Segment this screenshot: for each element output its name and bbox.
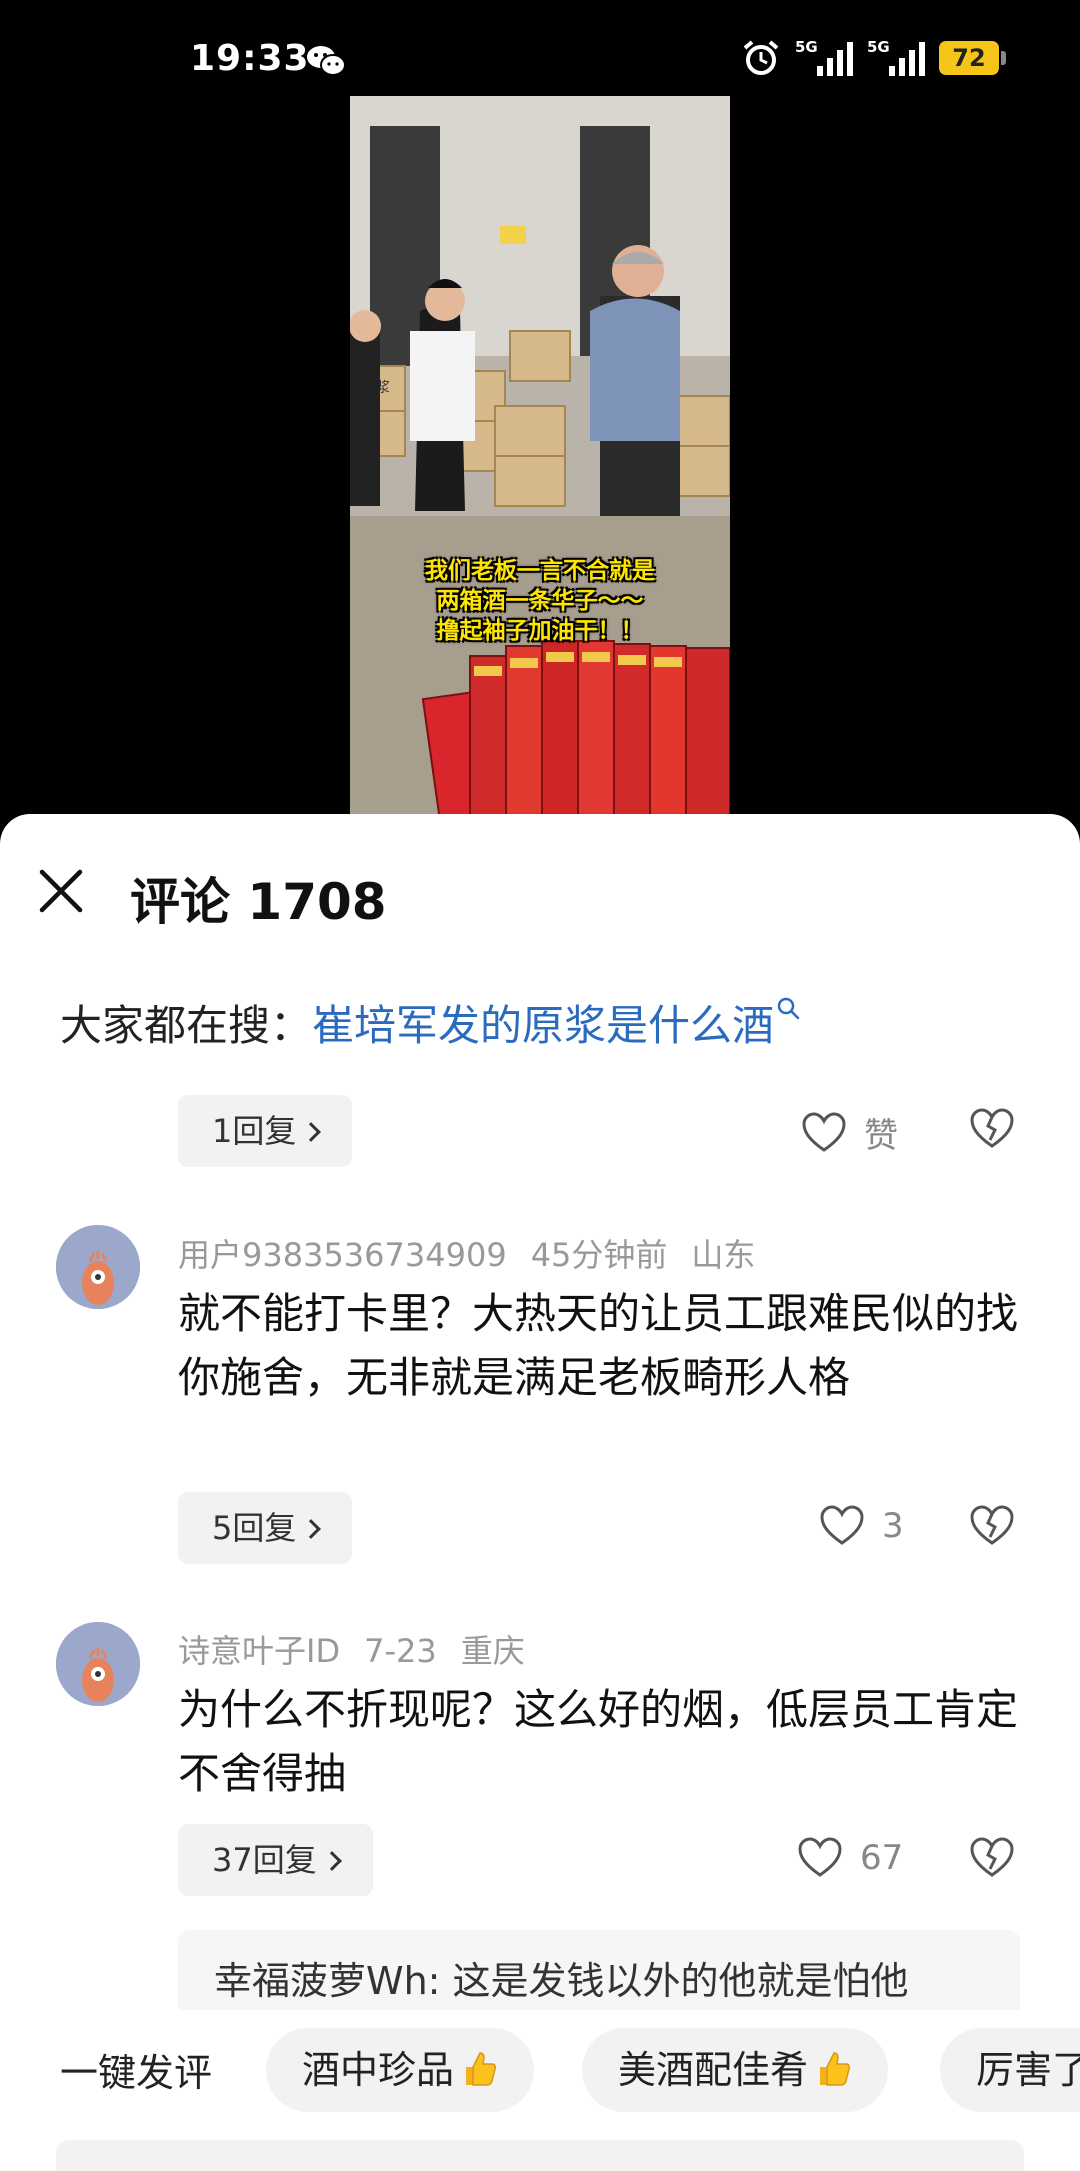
broken-heart-icon[interactable] xyxy=(970,1837,1014,1879)
thumbs-up-emoji-icon xyxy=(466,2052,496,2086)
like-button[interactable]: 3 xyxy=(820,1505,904,1547)
like-count: 67 xyxy=(860,1838,904,1878)
caption-line-3: 撸起袖子加油干！！ xyxy=(436,618,644,644)
like-label: 赞 xyxy=(864,1116,898,1156)
comment-user[interactable]: 用户9383536734909 xyxy=(178,1236,507,1274)
broken-heart-icon[interactable] xyxy=(970,1108,1014,1150)
quick-comment-bar: 一键发评 酒中珍品 美酒配佳肴 厉害了 xyxy=(0,2010,1080,2130)
status-time: 19:33 xyxy=(190,38,310,79)
comment-text[interactable]: 就不能打卡里？大热天的让员工跟难民似的找你施舍，无非就是满足老板畸形人格 xyxy=(178,1282,1018,1410)
video-caption: 我们老板一言不合就是 两箱酒一条华子～～ 撸起袖子加油干！！ xyxy=(350,556,730,646)
caption-line-2: 两箱酒一条华子～～ xyxy=(436,588,644,614)
sub-reply-text: 幸福菠萝Wh: 这是发钱以外的他就是怕他 xyxy=(214,1959,909,2003)
reply-count-button[interactable]: 5回复 xyxy=(178,1492,353,1564)
network-type-1: 5G xyxy=(795,38,818,56)
status-bar: 19:33 5G 5G 72 xyxy=(0,0,1080,100)
thumbs-up-emoji-icon xyxy=(820,2052,850,2086)
comment-user[interactable]: 诗意叶子ID xyxy=(178,1632,340,1670)
comment-location: 重庆 xyxy=(460,1632,525,1670)
battery-level: 72 xyxy=(939,41,999,75)
battery-icon: 72 xyxy=(939,41,1006,75)
close-icon[interactable] xyxy=(36,866,86,916)
comments-title: 评论 1708 xyxy=(130,873,387,931)
search-icon xyxy=(777,997,800,1020)
comment-time: 7-23 xyxy=(364,1632,437,1670)
caption-line-1: 我们老板一言不合就是 xyxy=(425,558,655,584)
quick-comment-chip[interactable]: 美酒配佳肴 xyxy=(582,2028,889,2112)
like-button[interactable]: 67 xyxy=(798,1837,903,1879)
broken-heart-icon[interactable] xyxy=(970,1505,1014,1547)
comment-input[interactable] xyxy=(56,2140,1024,2171)
comment-time: 45分钟前 xyxy=(530,1236,668,1274)
signal-icon-1: 5G xyxy=(795,38,853,78)
search-suggestion: 大家都在搜：崔培军发的原浆是什么酒 xyxy=(60,992,802,1053)
video-player[interactable]: 原浆 xyxy=(350,96,730,816)
alarm-icon xyxy=(743,40,779,75)
comments-header: 评论 1708 xyxy=(0,814,1080,964)
network-type-2: 5G xyxy=(867,38,890,56)
chevron-right-icon xyxy=(321,1851,342,1871)
quick-comment-chip[interactable]: 酒中珍品 xyxy=(266,2028,535,2112)
avatar[interactable] xyxy=(56,1622,140,1706)
heart-icon xyxy=(798,1837,842,1877)
screen: 19:33 5G 5G 72 我们老板一言不合就是 两箱酒一条华子～～ 撸起袖子… xyxy=(0,0,1080,2171)
reply-count-button[interactable]: 37回复 xyxy=(178,1824,373,1896)
sub-reply-preview[interactable]: 幸福菠萝Wh: 这是发钱以外的他就是怕他 xyxy=(178,1930,1020,2020)
comment-meta: 诗意叶子ID 7-23 重庆 xyxy=(178,1626,525,1672)
heart-icon xyxy=(820,1505,864,1545)
like-count: 3 xyxy=(882,1506,904,1546)
wechat-icon xyxy=(307,46,346,76)
search-suggestion-link[interactable]: 崔培军发的原浆是什么酒 xyxy=(312,1001,774,1050)
quick-comment-label: 一键发评 xyxy=(60,2051,213,2095)
quick-comment-chip[interactable]: 厉害了 xyxy=(940,2028,1080,2112)
reply-count-button[interactable]: 1回复 xyxy=(178,1095,353,1167)
chevron-right-icon xyxy=(301,1519,322,1539)
comments-sheet: 评论 1708 大家都在搜：崔培军发的原浆是什么酒 1回复 赞 用户938353… xyxy=(0,814,1080,2171)
avatar[interactable] xyxy=(56,1225,140,1309)
comment-location: 山东 xyxy=(691,1236,756,1274)
like-button[interactable]: 赞 xyxy=(802,1108,898,1157)
heart-icon xyxy=(802,1111,846,1152)
comment-meta: 用户9383536734909 45分钟前 山东 xyxy=(178,1230,755,1276)
status-icons: 5G 5G 72 xyxy=(741,38,1006,78)
chevron-right-icon xyxy=(301,1122,322,1142)
video-scene: 原浆 xyxy=(350,96,730,816)
signal-icon-2: 5G xyxy=(867,38,925,78)
comment-text[interactable]: 为什么不折现呢？这么好的烟，低层员工肯定不舍得抽 xyxy=(178,1678,1018,1806)
search-prefix: 大家都在搜： xyxy=(60,1001,313,1050)
